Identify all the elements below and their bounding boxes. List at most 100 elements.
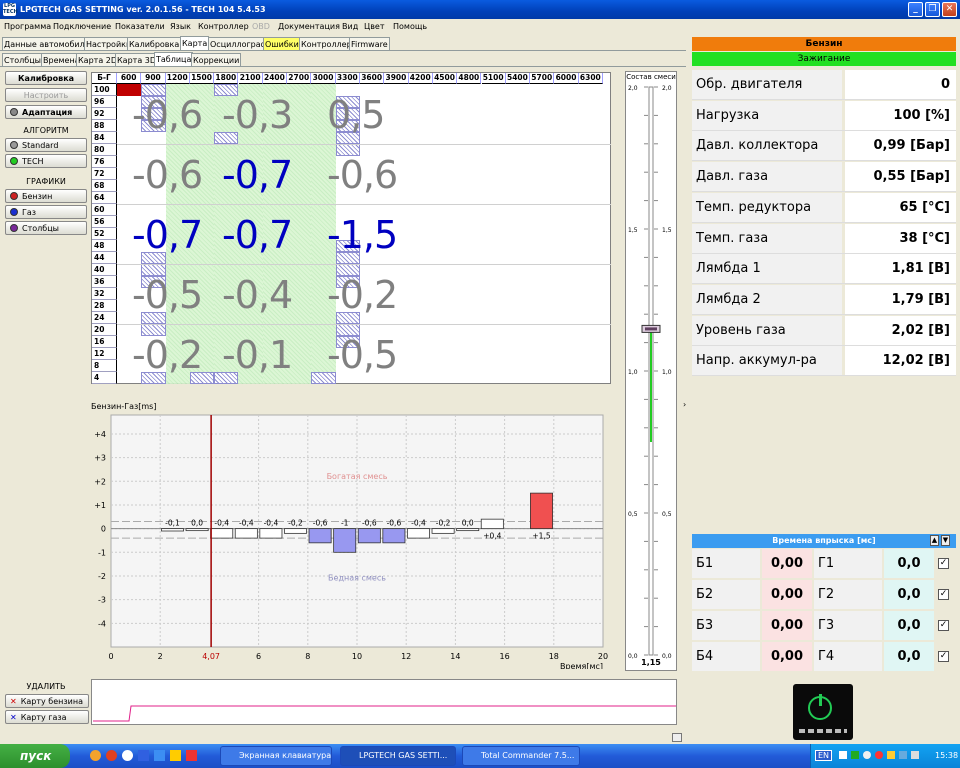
tray-icon[interactable]	[839, 751, 847, 759]
tray-usb-icon[interactable]	[911, 751, 919, 759]
task-total-commander[interactable]: Total Commander 7.5...	[462, 746, 580, 766]
up-arrow-icon[interactable]: ▲	[930, 535, 939, 546]
injection-row: Б4 0,00 Г4 0,0 ✓	[692, 642, 956, 672]
tray-device-icon[interactable]	[899, 751, 907, 759]
delete-petrol-map-button[interactable]: ✕ Карту бензина	[5, 694, 89, 708]
maximize-button[interactable]: ❐	[925, 2, 940, 17]
map-value: -0,6	[327, 153, 398, 197]
tray-alert-icon[interactable]	[875, 751, 883, 759]
folder-icon[interactable]	[170, 750, 181, 761]
start-button[interactable]: пуск	[0, 744, 70, 768]
rpm-header: 6000	[554, 73, 579, 84]
sub-tab-3[interactable]: Карта 3D	[115, 53, 159, 67]
standard-indicator	[10, 141, 18, 149]
calibration-button[interactable]: Калибровка	[5, 71, 87, 85]
main-tab-7[interactable]: Firmware	[349, 37, 390, 51]
task-lpgtech[interactable]: LPGTECH GAS SETTI...	[340, 746, 456, 766]
graphs-title: ГРАФИКИ	[26, 177, 66, 186]
down-arrow-icon[interactable]: ▼	[941, 535, 950, 546]
bar-label: -0,1	[165, 519, 180, 528]
x-tick: 0	[108, 652, 113, 661]
graph-gas-button[interactable]: Газ	[5, 205, 87, 219]
menu-item-6[interactable]: Документация	[278, 22, 340, 31]
y-tick: +4	[94, 430, 106, 439]
load-row-label: 88	[92, 120, 117, 132]
algorithm-standard-button[interactable]: Standard	[5, 138, 87, 152]
fuel-map-table[interactable]: Б-Г 600 900 1200 1500 1800 2100 2400 2700 3000 330…	[91, 72, 611, 384]
main-tab-0[interactable]: Данные автомобиля	[2, 37, 92, 51]
browser-icon[interactable]	[90, 750, 101, 761]
menu-item-3[interactable]: Язык	[170, 22, 191, 31]
sub-tab-5[interactable]: Коррекции	[191, 53, 242, 67]
menu-item-0[interactable]: Программа	[4, 22, 51, 31]
mixture-tick: 2,0	[662, 85, 672, 92]
rpm-header: 1800	[214, 73, 239, 84]
graph-bars-button[interactable]: Столбцы	[5, 221, 87, 235]
disk-icon[interactable]	[154, 750, 165, 761]
language-indicator[interactable]: EN	[815, 750, 833, 761]
adjust-button[interactable]: Настроить	[5, 88, 87, 102]
sub-tab-4[interactable]: Таблица	[154, 52, 194, 67]
rpm-header: 4800	[457, 73, 482, 84]
minimize-button[interactable]: _	[908, 2, 923, 17]
menu-item-1[interactable]: Подключение	[53, 22, 111, 31]
gas-injector-label: Г3	[814, 611, 882, 640]
rpm-header: 1200	[165, 73, 190, 84]
x-tick: 4,07	[202, 652, 220, 661]
adaptation-button[interactable]: Адаптация	[5, 105, 87, 119]
param-row: Темп. редуктора 65 [°C]	[692, 192, 956, 223]
tray-security-icon[interactable]	[863, 751, 871, 759]
mixture-tick: 0,5	[628, 511, 638, 518]
injector-checkbox[interactable]: ✓	[938, 620, 949, 631]
algorithm-tech-button[interactable]: TECH	[5, 154, 87, 168]
main-tab-3[interactable]: Карта	[180, 36, 210, 51]
delete-petrol-icon: ✕	[10, 696, 17, 706]
menu-item-7[interactable]: Вид	[342, 22, 358, 31]
injector-checkbox[interactable]: ✓	[938, 589, 949, 600]
chart-bar	[161, 528, 184, 532]
tray-volume-icon[interactable]	[887, 751, 895, 759]
param-value: 1,79 [В]	[845, 284, 956, 314]
y-tick: +1	[94, 501, 106, 510]
task-onscreen-keyboard[interactable]: Экранная клавиатура	[220, 746, 332, 766]
load-row-label: 4	[92, 372, 117, 384]
chart-bar	[456, 528, 480, 532]
graph-petrol-button[interactable]: Бензин	[5, 189, 87, 203]
save-icon[interactable]	[138, 750, 149, 761]
param-row: Напр. аккумул-ра 12,02 [В]	[692, 346, 956, 377]
mixture-scale[interactable]: 2,0 2,0 1,5 1,5 1,0 1,0 0,5 0,5 0,0 0,01,15	[626, 82, 676, 672]
collapse-arrow-icon[interactable]: ›	[683, 400, 686, 409]
param-value: 2,02 [В]	[845, 315, 956, 345]
close-button[interactable]: ✕	[942, 2, 957, 17]
menu-item-4[interactable]: Контроллер	[198, 22, 249, 31]
injector-checkbox[interactable]: ✓	[938, 651, 949, 662]
menu-item-5[interactable]: OBD	[252, 22, 270, 31]
mixture-title: Состав смеси	[626, 73, 676, 81]
rpm-header: 5100	[481, 73, 506, 84]
sub-tab-2[interactable]: Карта 2D	[76, 53, 120, 67]
menu-item-9[interactable]: Помощь	[393, 22, 427, 31]
sub-tab-0[interactable]: Столбцы	[2, 53, 43, 67]
load-row-label: 40	[92, 264, 117, 276]
grid-line	[117, 264, 611, 265]
media-icon[interactable]	[106, 750, 117, 761]
scroll-corner[interactable]	[672, 733, 682, 742]
mixture-thumb-grip	[645, 327, 657, 331]
menu-item-8[interactable]: Цвет	[364, 22, 385, 31]
y-tick: +2	[94, 477, 106, 486]
main-tab-6[interactable]: Контроллер	[299, 37, 354, 51]
delete-gas-map-button[interactable]: ✕ Карту газа	[5, 710, 89, 724]
main-tab-1[interactable]: Настройки	[84, 37, 134, 51]
injector-checkbox[interactable]: ✓	[938, 558, 949, 569]
mixture-fill	[650, 328, 652, 442]
bar-label: -0,6	[362, 519, 377, 528]
tray-network-icon[interactable]	[851, 751, 859, 759]
menu-item-2[interactable]: Показатели	[115, 22, 165, 31]
main-tab-4[interactable]: Осциллограф	[208, 37, 270, 51]
clock-icon[interactable]	[122, 750, 133, 761]
main-tab-5[interactable]: Ошибки	[263, 37, 301, 51]
taskbar: пуск Экранная клавиатура LPGTECH GAS SET…	[0, 744, 960, 768]
main-tab-2[interactable]: Калибровка	[127, 37, 182, 51]
mixture-tick: 0,0	[628, 653, 638, 660]
app-icon[interactable]	[186, 750, 197, 761]
